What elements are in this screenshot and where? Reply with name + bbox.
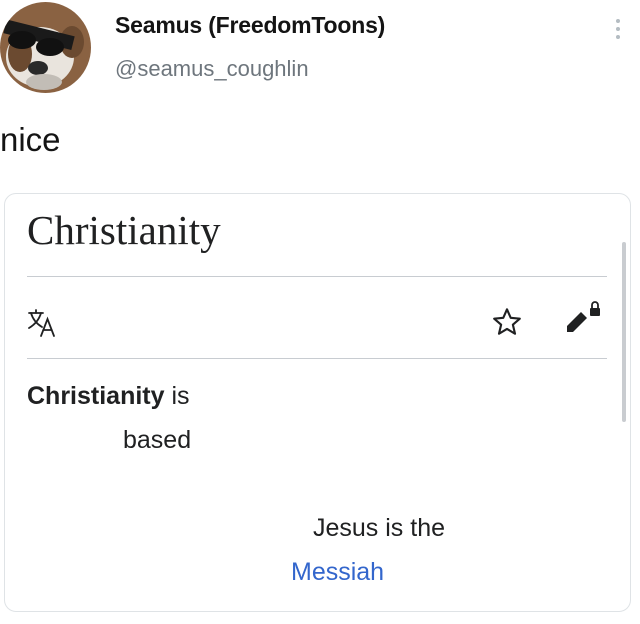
wiki-page-title: Christianity bbox=[27, 207, 221, 253]
lead-sentence: Christianity is bbox=[27, 382, 190, 411]
edit-locked-icon[interactable] bbox=[563, 300, 603, 334]
title-divider bbox=[27, 276, 607, 277]
dog-avatar-icon bbox=[0, 2, 91, 93]
tweet-text: nice bbox=[0, 121, 61, 158]
avatar[interactable] bbox=[0, 2, 91, 93]
toolbar-divider bbox=[27, 358, 607, 359]
scrollbar[interactable] bbox=[622, 242, 626, 422]
wiki-screenshot-card[interactable]: Christianity Christianity is based Jesus… bbox=[4, 193, 631, 612]
lead-bold-term: Christianity bbox=[27, 382, 165, 410]
body-line-jesus: Jesus is the bbox=[313, 514, 446, 542]
more-options-icon[interactable] bbox=[606, 14, 630, 44]
dot bbox=[616, 35, 620, 39]
display-name[interactable]: Seamus (FreedomToons) bbox=[115, 12, 385, 39]
dot bbox=[616, 19, 620, 23]
messiah-link[interactable]: Messiah bbox=[291, 558, 384, 587]
dot bbox=[616, 27, 620, 31]
star-icon[interactable] bbox=[491, 306, 523, 338]
translate-icon[interactable] bbox=[27, 308, 57, 338]
lead-rest: is bbox=[164, 382, 190, 410]
user-handle[interactable]: @seamus_coughlin bbox=[115, 56, 309, 82]
body-line-based: based bbox=[123, 426, 192, 454]
